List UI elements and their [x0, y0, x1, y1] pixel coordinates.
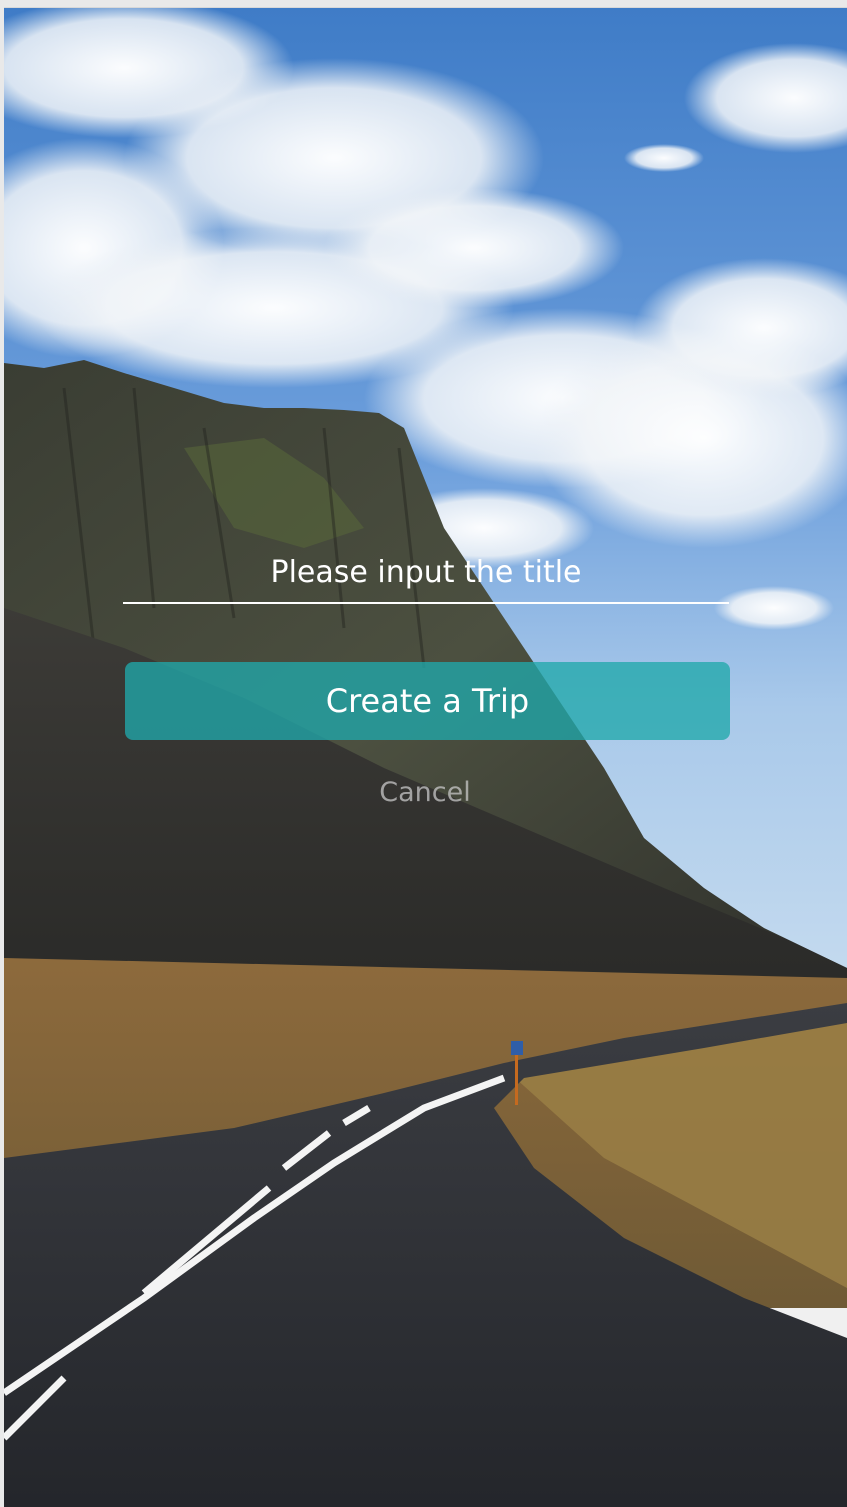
create-trip-button[interactable]: Create a Trip — [125, 662, 730, 740]
create-trip-form: Create a Trip Cancel — [0, 0, 847, 1507]
trip-title-input[interactable] — [123, 548, 729, 604]
app-window: Create a Trip Cancel — [0, 0, 847, 1507]
cancel-button[interactable]: Cancel — [325, 766, 525, 818]
